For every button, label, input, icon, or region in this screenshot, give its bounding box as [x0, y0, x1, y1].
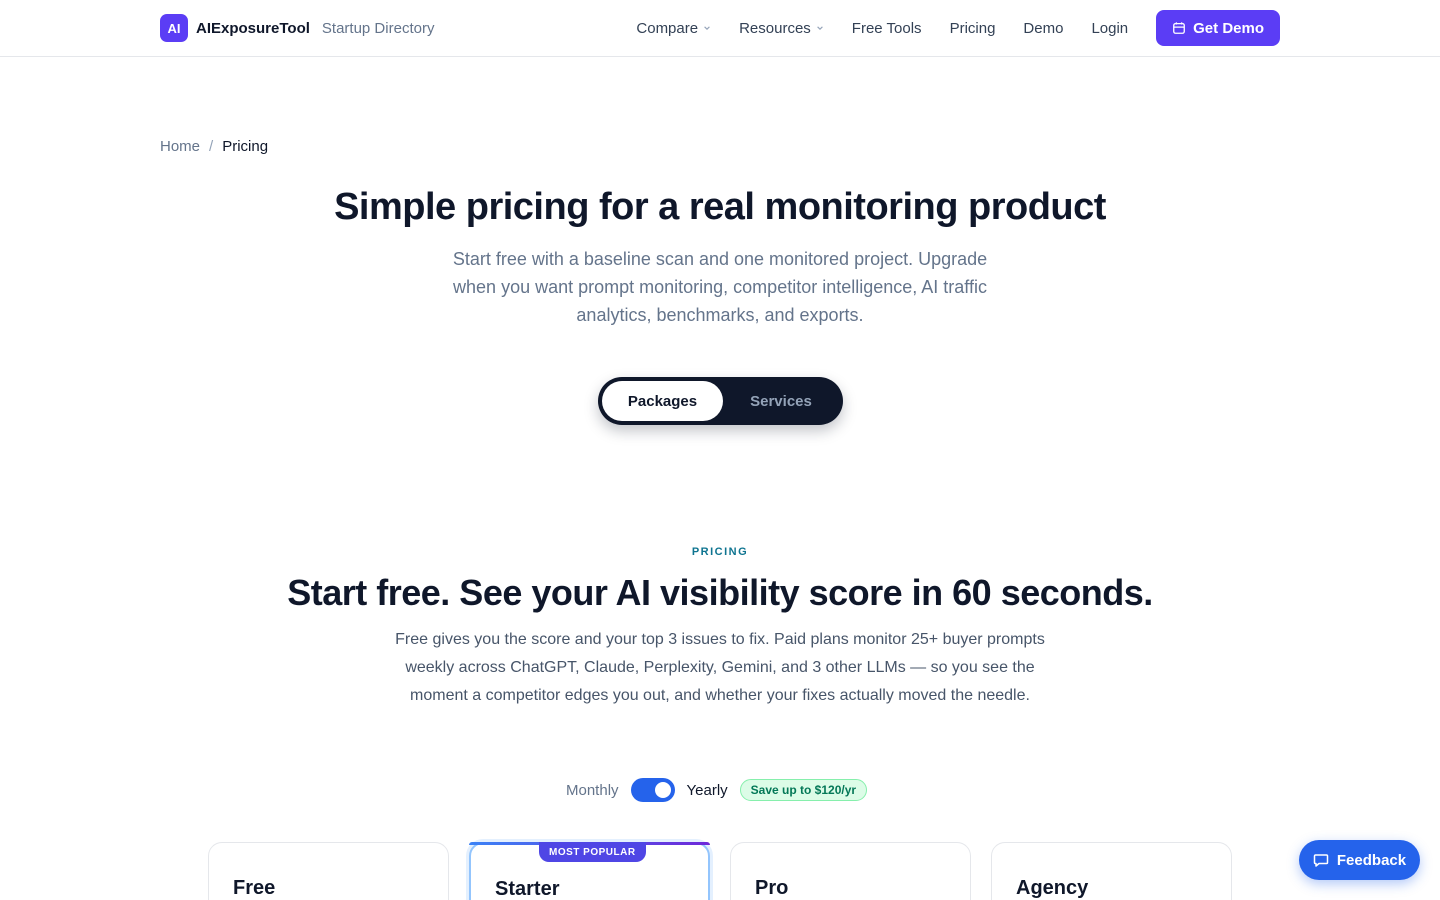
plan-name: Pro	[755, 877, 789, 899]
chat-bubble-icon	[1313, 854, 1329, 867]
get-demo-label: Get Demo	[1193, 19, 1264, 37]
brand-name[interactable]: AIExposureTool	[196, 20, 310, 37]
nav-login[interactable]: Login	[1091, 20, 1128, 37]
packages-services-toggle: Packages Services	[598, 377, 843, 425]
feedback-label: Feedback	[1336, 851, 1407, 869]
section-subtitle: Free gives you the score and your top 3 …	[395, 631, 1045, 704]
nav-resources[interactable]: Resources	[739, 20, 824, 37]
breadcrumb-home[interactable]: Home	[160, 138, 200, 155]
feedback-button[interactable]: Feedback	[1299, 840, 1420, 880]
plan-name: Agency	[1016, 877, 1089, 899]
nav-pricing[interactable]: Pricing	[950, 20, 996, 37]
save-badge: Save up to $120/yr	[739, 779, 868, 801]
plan-card-pro: Pro	[730, 842, 971, 900]
tab-packages[interactable]: Packages	[602, 381, 723, 421]
nav-compare[interactable]: Compare	[636, 20, 711, 37]
plan-card-agency: Agency	[991, 842, 1232, 900]
brand-subtitle-link[interactable]: Startup Directory	[322, 20, 435, 37]
logo-badge[interactable]: AI	[160, 14, 188, 42]
plan-card-free: Free	[208, 842, 449, 900]
billing-monthly-label[interactable]: Monthly	[566, 782, 619, 799]
breadcrumb: Home / Pricing	[160, 138, 268, 155]
billing-toggle[interactable]	[630, 778, 675, 802]
most-popular-badge: MOST POPULAR	[539, 842, 646, 862]
nav-demo[interactable]: Demo	[1023, 20, 1063, 37]
top-navbar: AI AIExposureTool Startup Directory Comp…	[0, 0, 1440, 57]
plan-name: Free	[233, 877, 276, 899]
page-title: Simple pricing for a real monitoring pro…	[334, 186, 1106, 228]
billing-period-switch: Monthly Yearly Save up to $120/yr	[566, 778, 868, 802]
get-demo-button[interactable]: Get Demo	[1156, 10, 1280, 46]
plan-card-starter: MOST POPULAR Starter	[469, 842, 710, 900]
plan-name: Starter	[495, 878, 560, 900]
chevron-down-icon	[704, 26, 710, 30]
toggle-knob	[654, 782, 671, 798]
nav-compare-label: Compare	[636, 19, 699, 37]
page-subtitle: Start free with a baseline scan and one …	[452, 249, 988, 325]
breadcrumb-separator: /	[209, 138, 214, 155]
section-eyebrow: PRICING	[691, 546, 749, 558]
brand[interactable]: AI AIExposureTool Startup Directory	[160, 14, 434, 42]
nav-free-tools[interactable]: Free Tools	[852, 20, 922, 37]
breadcrumb-current: Pricing	[222, 138, 269, 155]
tab-services[interactable]: Services	[723, 381, 839, 421]
chevron-down-icon	[817, 26, 823, 30]
nav-resources-label: Resources	[739, 19, 811, 37]
main-nav: Compare Resources Free Tools Pricing Dem…	[636, 10, 1280, 46]
billing-yearly-label[interactable]: Yearly	[687, 782, 728, 799]
calendar-icon	[1173, 22, 1186, 34]
section-title: Start free. See your AI visibility score…	[287, 572, 1153, 613]
